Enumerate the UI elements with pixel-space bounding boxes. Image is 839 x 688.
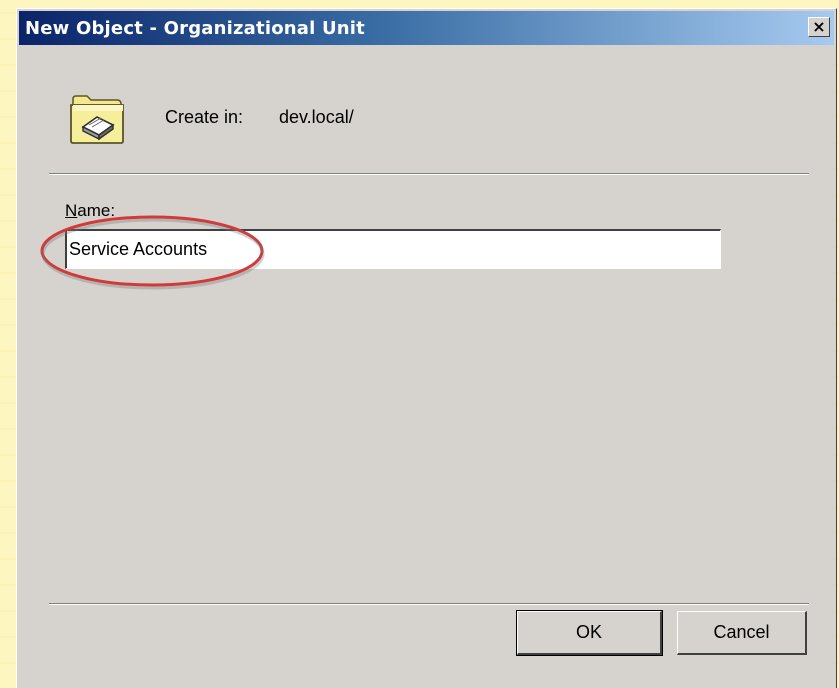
create-in-path: dev.local/ xyxy=(279,107,354,127)
top-separator xyxy=(49,173,809,175)
create-in-label: Create in: xyxy=(165,107,244,127)
name-label-accelerator: N xyxy=(65,201,78,220)
close-icon: × xyxy=(812,17,826,36)
close-button[interactable]: × xyxy=(808,17,830,37)
name-input[interactable] xyxy=(65,229,721,269)
title-bar[interactable]: New Object - Organizational Unit × xyxy=(19,11,834,45)
bottom-separator xyxy=(49,603,809,605)
folder-icon xyxy=(70,95,124,144)
ok-button[interactable]: OK xyxy=(516,610,663,656)
window-title: New Object - Organizational Unit xyxy=(25,17,365,39)
new-object-dialog: New Object - Organizational Unit × Creat… xyxy=(16,8,837,688)
name-label-rest: ame: xyxy=(77,201,116,220)
name-label: Name: xyxy=(65,201,115,221)
cancel-button[interactable]: Cancel xyxy=(677,611,807,655)
